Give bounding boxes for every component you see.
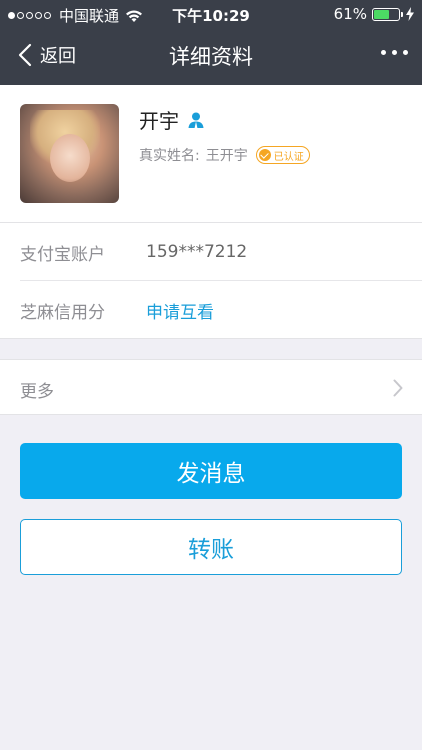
real-name-label: 真实姓名: (139, 148, 200, 164)
verified-label: 已认证 (273, 151, 304, 163)
alipay-account-row: 支付宝账户 159***7212 (0, 223, 422, 281)
display-name: 开宇 (139, 109, 179, 133)
nav-bar: 返回 详细资料 (0, 28, 422, 85)
chevron-right-icon (393, 379, 403, 397)
more-options-button[interactable] (375, 50, 408, 55)
charging-bolt-icon (406, 7, 414, 21)
battery-percent: 61% (333, 5, 367, 23)
real-name: 王开宇 (205, 148, 248, 164)
avatar[interactable] (20, 104, 119, 203)
more-dot-icon (403, 50, 408, 55)
verified-badge: 已认证 (255, 146, 310, 164)
more-dot-icon (381, 50, 386, 55)
battery-icon (372, 7, 403, 21)
alipay-account-label: 支付宝账户 (20, 244, 105, 265)
transfer-button[interactable]: 转账 (20, 519, 402, 575)
person-icon (188, 112, 204, 129)
request-mutual-view-link[interactable]: 申请互看 (146, 298, 214, 323)
page-title: 详细资料 (169, 45, 253, 69)
check-icon (258, 149, 271, 161)
alipay-account-value: 159***7212 (146, 242, 248, 262)
more-label: 更多 (20, 382, 54, 402)
send-message-button[interactable]: 发消息 (20, 443, 402, 499)
sesame-credit-row: 芝麻信用分 申请互看 (0, 281, 422, 339)
sesame-credit-label: 芝麻信用分 (20, 302, 105, 323)
more-dot-icon (392, 50, 397, 55)
account-info: 支付宝账户 159***7212 芝麻信用分 申请互看 (0, 223, 422, 339)
profile-card: 开宇 真实姓名: 王开宇 已认证 (0, 85, 422, 223)
status-bar: 中国联通 下午10:29 61% (0, 0, 422, 28)
more-row[interactable]: 更多 (0, 359, 422, 415)
header: 中国联通 下午10:29 61% 返回 详细资料 (0, 0, 422, 85)
